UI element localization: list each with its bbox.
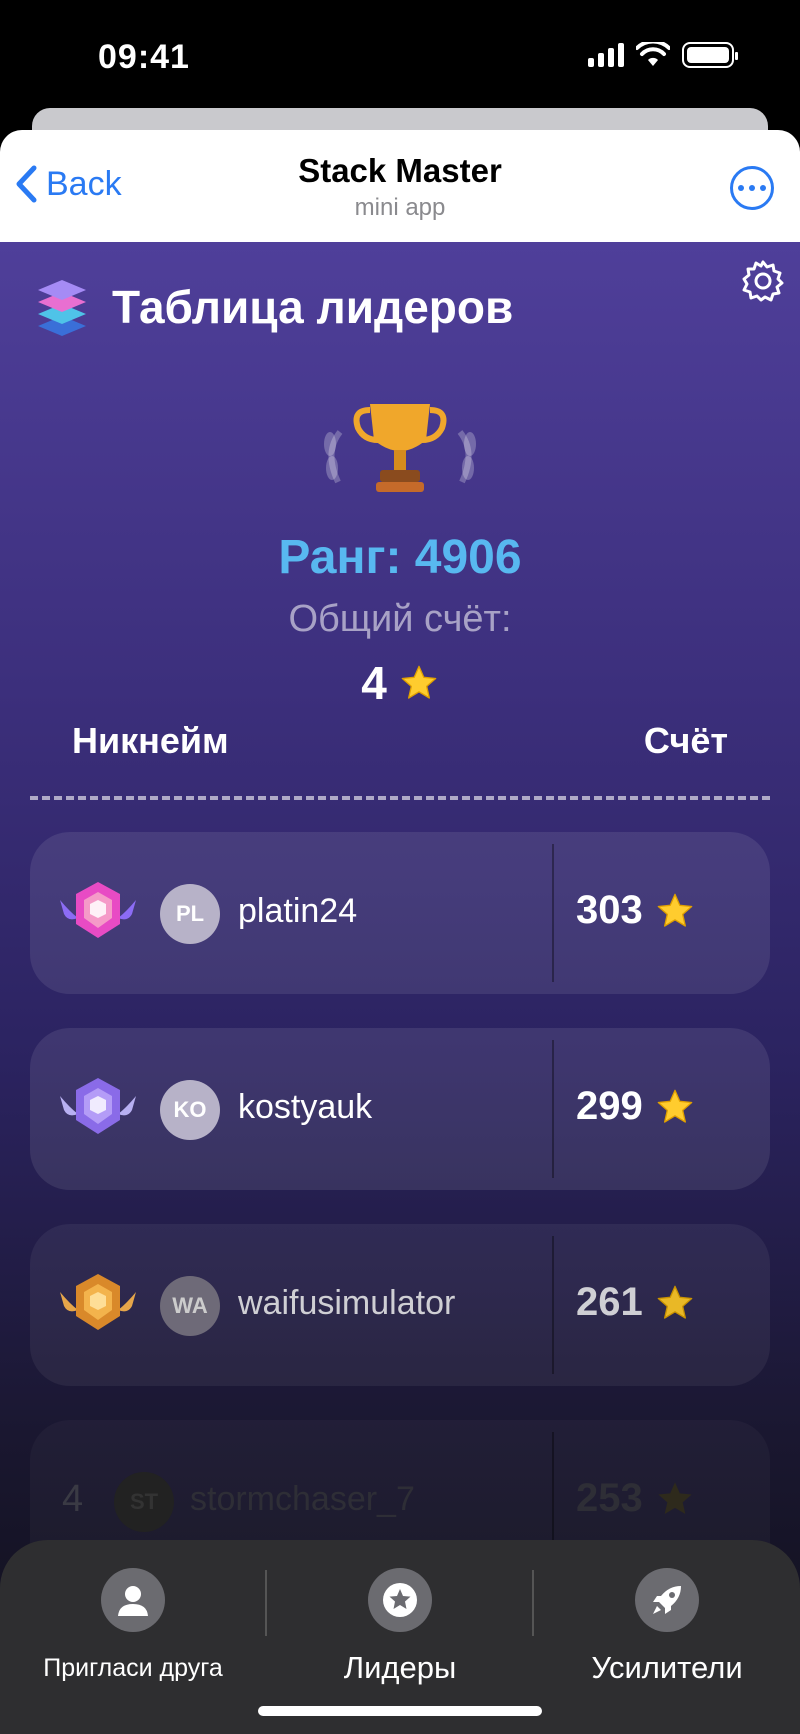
- dashed-divider: [30, 796, 770, 800]
- star-icon: [657, 1089, 693, 1123]
- gold-badge-icon: [60, 1274, 136, 1330]
- player-score-value: 261: [576, 1280, 643, 1324]
- nav-boosters[interactable]: Усилители: [542, 1568, 792, 1686]
- bottom-navigation: Пригласи друга Лидеры Усилители: [0, 1540, 800, 1734]
- nav-separator: [532, 1570, 534, 1636]
- leaderboard-row[interactable]: KO kostyauk 299: [30, 1028, 770, 1190]
- star-icon: [657, 893, 693, 927]
- battery-icon: [682, 42, 738, 68]
- nav-boosters-label: Усилители: [591, 1650, 743, 1685]
- status-bar: 09:41: [0, 0, 800, 110]
- mini-app-header: Back Stack Master mini app: [0, 130, 800, 242]
- avatar: KO: [160, 1080, 220, 1140]
- signal-icon: [588, 43, 624, 67]
- dot: [738, 185, 744, 191]
- gear-icon[interactable]: [740, 258, 786, 304]
- nav-leaders-label: Лидеры: [343, 1650, 457, 1685]
- user-rank: Ранг: 4906: [278, 531, 522, 584]
- app-title: Stack Master: [298, 152, 502, 189]
- player-score-value: 303: [576, 888, 643, 932]
- avatar: PL: [160, 884, 220, 944]
- nav-invite-label: Пригласи друга: [43, 1654, 223, 1682]
- player-score: 261: [576, 1280, 695, 1325]
- leaderboard-screen: Таблица лидеров Ранг: 4906 Общий счёт: 4…: [0, 242, 800, 1734]
- avatar: ST: [114, 1472, 174, 1532]
- column-header-nickname: Никнейм: [72, 720, 229, 761]
- dot: [760, 185, 766, 191]
- row-divider: [552, 1236, 554, 1374]
- player-score: 299: [576, 1084, 695, 1129]
- status-icons: [588, 42, 738, 68]
- player-score: 303: [576, 888, 695, 933]
- star-icon: [658, 1481, 692, 1514]
- leaderboard-row[interactable]: PL platin24 303: [30, 832, 770, 994]
- avatar: WA: [160, 1276, 220, 1336]
- column-header-score: Счёт: [643, 720, 728, 761]
- nav-leaders[interactable]: Лидеры: [275, 1568, 525, 1686]
- status-time: 09:41: [98, 38, 190, 76]
- total-score: 4: [0, 656, 800, 710]
- home-indicator[interactable]: [258, 1706, 542, 1716]
- nav-invite-friend[interactable]: Пригласи друга: [8, 1568, 258, 1683]
- more-options-button[interactable]: [730, 166, 774, 210]
- player-nickname: platin24: [238, 892, 358, 930]
- player-nickname: kostyauk: [238, 1088, 373, 1126]
- page-title: Таблица лидеров: [112, 281, 514, 333]
- total-score-value: 4: [361, 657, 387, 709]
- nav-separator: [265, 1570, 267, 1636]
- player-nickname: waifusimulator: [238, 1284, 456, 1322]
- rocket-icon: [635, 1568, 699, 1632]
- player-place: 4: [62, 1478, 84, 1520]
- player-score-value: 299: [576, 1084, 643, 1128]
- total-score-label: Общий счёт:: [288, 598, 512, 640]
- star-icon: [401, 665, 437, 699]
- row-divider: [552, 844, 554, 982]
- star-badge-icon: [368, 1568, 432, 1632]
- player-score: 253: [576, 1476, 695, 1521]
- leaderboard-row[interactable]: WA waifusimulator 261: [30, 1224, 770, 1386]
- app-subtitle: mini app: [354, 194, 446, 221]
- trophy-icon: [324, 404, 476, 492]
- player-nickname: stormchaser_7: [190, 1480, 415, 1518]
- silver-badge-icon: [60, 1078, 136, 1134]
- platinum-badge-icon: [60, 882, 136, 938]
- user-icon: [101, 1568, 165, 1632]
- wifi-icon: [636, 42, 670, 66]
- row-divider: [552, 1040, 554, 1178]
- dot: [749, 185, 755, 191]
- title-row: Таблица лидеров: [34, 276, 513, 338]
- stack-logo-icon: [38, 280, 86, 336]
- star-icon: [657, 1285, 693, 1319]
- player-score-value: 253: [576, 1476, 643, 1520]
